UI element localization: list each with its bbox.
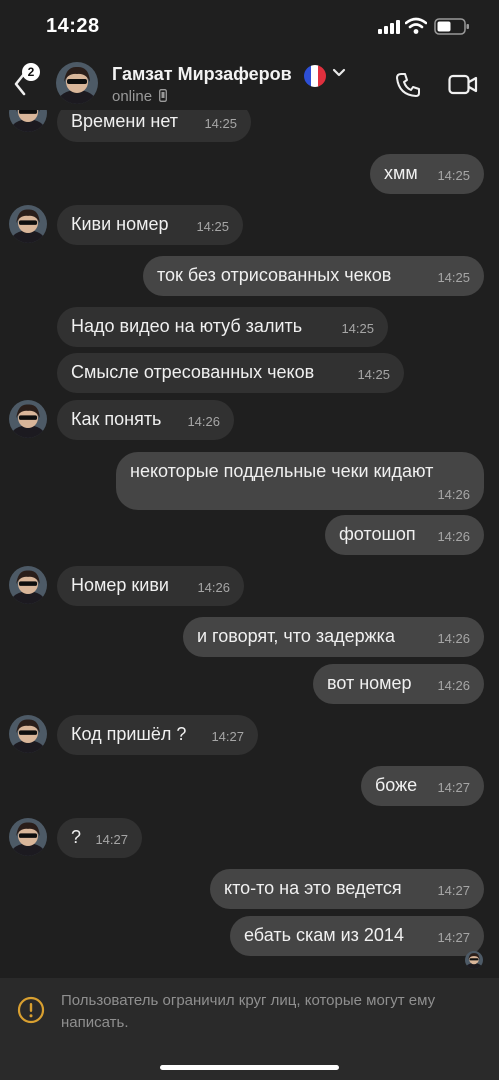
message-text: боже xyxy=(375,775,418,795)
wifi-icon xyxy=(405,17,427,34)
unread-count-badge: 2 xyxy=(22,63,40,81)
message-text: ток без отрисованных чеков xyxy=(157,265,392,285)
message-time: 14:26 xyxy=(197,580,230,595)
message-time: 14:25 xyxy=(437,168,470,183)
message-time: 14:25 xyxy=(357,367,390,382)
message-bubble-outgoing[interactable]: и говорят, что задержка 14:26 xyxy=(183,617,484,657)
message-list[interactable]: Времени нет 14:25 хмм 14:25 Киви номер 1… xyxy=(0,110,499,978)
message-bubble-outgoing[interactable]: боже 14:27 xyxy=(361,766,484,806)
message-time: 14:27 xyxy=(437,780,470,795)
home-indicator[interactable] xyxy=(160,1065,339,1070)
sender-avatar[interactable] xyxy=(9,110,47,132)
cellular-signal-icon xyxy=(378,20,400,34)
message-text: Как понять xyxy=(71,409,162,429)
message-time: 14:26 xyxy=(437,678,470,693)
chat-header: 2 Гамзат Мирзаферов online xyxy=(0,52,499,110)
notice-text: Пользователь ограничил круг лиц, которые… xyxy=(61,992,436,1031)
message-bubble-incoming[interactable]: Смысле отресованных чеков 14:25 xyxy=(57,353,404,393)
mobile-device-icon xyxy=(159,89,168,102)
message-time: 14:25 xyxy=(437,270,470,285)
message-bubble-outgoing[interactable]: некоторые поддельные чеки кидают 14:26 xyxy=(116,452,484,510)
message-time: 14:27 xyxy=(437,930,470,945)
message-time: 14:27 xyxy=(95,832,128,847)
message-time: 14:25 xyxy=(204,116,237,131)
message-time: 14:27 xyxy=(437,883,470,898)
flag-france-icon xyxy=(304,65,326,87)
message-text: кто-то на это ведется xyxy=(224,878,402,898)
message-text: Времени нет xyxy=(71,111,179,131)
message-text: некоторые поддельные чеки кидают xyxy=(130,461,434,481)
message-bubble-outgoing[interactable]: кто-то на это ведется 14:27 xyxy=(210,869,484,909)
message-bubble-incoming[interactable]: ? 14:27 xyxy=(57,818,142,858)
sender-avatar[interactable] xyxy=(9,818,47,856)
message-bubble-outgoing[interactable]: хмм 14:25 xyxy=(370,154,484,194)
message-bubble-incoming[interactable]: Номер киви 14:26 xyxy=(57,566,244,606)
status-time: 14:28 xyxy=(46,15,100,37)
message-bubble-incoming[interactable]: Киви номер 14:25 xyxy=(57,205,243,245)
status-bar: 14:28 xyxy=(0,0,499,52)
contact-status: online xyxy=(112,88,168,105)
message-text: и говорят, что задержка xyxy=(197,626,395,646)
message-text: Киви номер xyxy=(71,214,169,234)
message-bubble-outgoing[interactable]: фотошоп 14:26 xyxy=(325,515,484,555)
message-text: хмм xyxy=(384,163,418,183)
message-text: Код пришёл ? xyxy=(71,724,187,744)
sender-avatar[interactable] xyxy=(9,566,47,604)
phone-icon[interactable] xyxy=(395,72,421,98)
contact-avatar[interactable] xyxy=(56,62,98,104)
warning-circle-icon xyxy=(17,996,45,1024)
battery-icon xyxy=(434,18,469,35)
message-time: 14:26 xyxy=(437,487,470,502)
message-bubble-incoming[interactable]: Код пришёл ? 14:27 xyxy=(57,715,258,755)
message-bubble-outgoing[interactable]: вот номер 14:26 xyxy=(313,664,484,704)
message-text: Смысле отресованных чеков xyxy=(71,362,315,382)
message-text: Номер киви xyxy=(71,575,169,595)
message-time: 14:26 xyxy=(437,529,470,544)
message-bubble-outgoing[interactable]: ебать скам из 2014 14:27 xyxy=(230,916,484,956)
message-bubble-outgoing[interactable]: ток без отрисованных чеков 14:25 xyxy=(143,256,484,296)
message-time: 14:25 xyxy=(341,321,374,336)
message-text: ебать скам из 2014 xyxy=(244,925,404,945)
sender-avatar[interactable] xyxy=(9,400,47,438)
message-text: Надо видео на ютуб залить xyxy=(71,316,303,336)
video-camera-icon[interactable] xyxy=(448,74,478,96)
message-text: ? xyxy=(71,827,82,847)
contact-name[interactable]: Гамзат Мирзаферов xyxy=(112,64,292,85)
sender-avatar[interactable] xyxy=(9,205,47,243)
message-bubble-incoming[interactable]: Как понять 14:26 xyxy=(57,400,234,440)
sender-avatar[interactable] xyxy=(9,715,47,753)
message-bubble-incoming[interactable]: Надо видео на ютуб залить 14:25 xyxy=(57,307,388,347)
message-text: вот номер xyxy=(327,673,412,693)
read-receipt-avatar xyxy=(465,951,483,969)
online-status-text: online xyxy=(112,88,153,105)
message-text: фотошоп xyxy=(339,524,416,544)
message-bubble-incoming[interactable]: Времени нет 14:25 xyxy=(57,110,251,142)
chevron-down-icon[interactable] xyxy=(332,68,346,78)
message-time: 14:27 xyxy=(211,729,244,744)
message-time: 14:25 xyxy=(196,219,229,234)
message-time: 14:26 xyxy=(437,631,470,646)
message-time: 14:26 xyxy=(187,414,220,429)
